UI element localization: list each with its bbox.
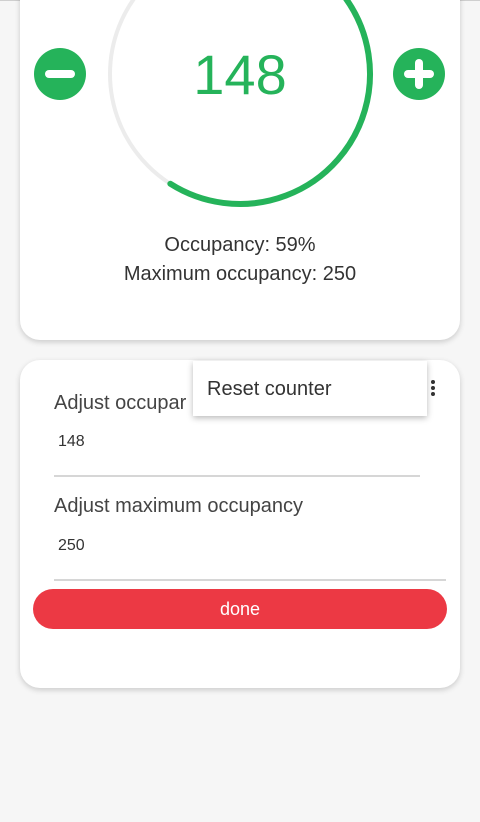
count-value: 148: [193, 43, 287, 106]
adjust-max-input[interactable]: [54, 529, 450, 563]
overflow-dot: [431, 386, 435, 390]
max-occupancy-info: Maximum occupancy: 250: [123, 263, 357, 285]
adjust-occupancy-label: Adjust occupar: [54, 392, 187, 414]
plus-bar-vertical: [415, 59, 423, 89]
done-button[interactable]: done: [33, 589, 447, 629]
adjust-max-label: Adjust maximum occupancy: [54, 495, 303, 517]
overflow-menu: Reset counter: [193, 361, 427, 416]
menu-item-reset-counter[interactable]: Reset counter: [207, 378, 332, 401]
occupancy-percent: Occupancy: 59%: [164, 234, 316, 256]
plus-circle-icon[interactable]: [393, 48, 445, 100]
adjust-occupancy-input[interactable]: [54, 425, 424, 459]
adjust-max-underline: [54, 579, 446, 581]
adjust-occupancy-underline: [54, 475, 420, 477]
overflow-dot: [431, 392, 435, 396]
minus-circle-icon[interactable]: [34, 48, 86, 100]
overflow-dot: [431, 380, 435, 384]
more-vertical-icon[interactable]: [426, 376, 440, 400]
occupancy-ring: [108, 0, 373, 207]
minus-bar: [45, 70, 75, 78]
